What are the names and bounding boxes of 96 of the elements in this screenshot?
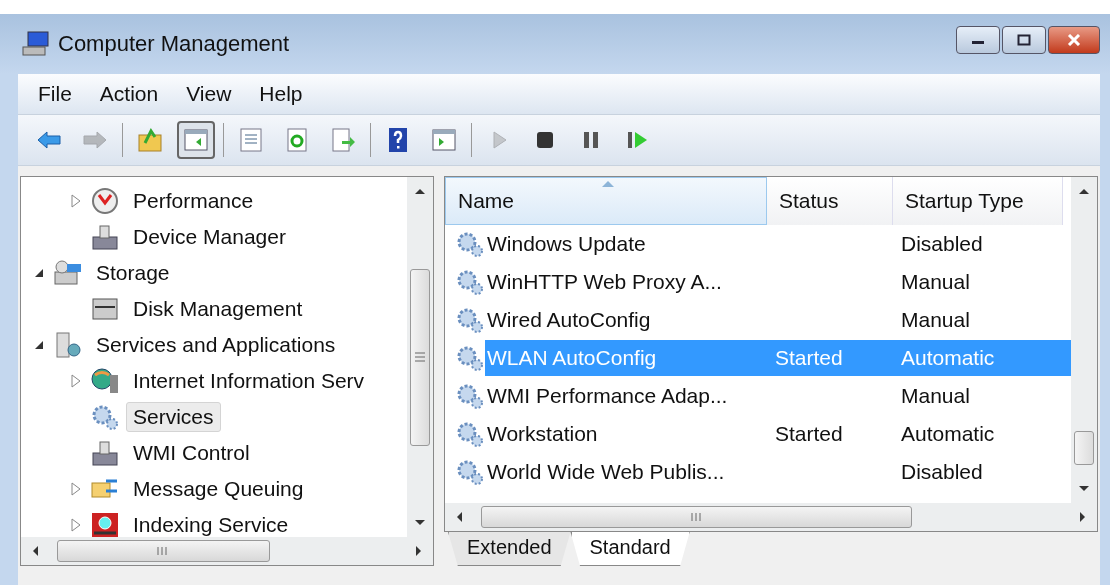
collapsed-icon[interactable] (70, 374, 82, 388)
vertical-scrollbar[interactable] (1071, 177, 1097, 503)
scroll-right-icon[interactable] (415, 545, 423, 557)
tree-item[interactable]: Performance (126, 186, 261, 216)
scroll-thumb[interactable] (481, 506, 913, 528)
gauge-icon (90, 187, 120, 215)
computer-icon (22, 31, 50, 57)
tree-item[interactable]: Storage (89, 258, 177, 288)
horizontal-scrollbar[interactable] (445, 503, 1097, 531)
grip-icon (414, 352, 426, 362)
close-icon (1067, 34, 1081, 46)
startup-type: Automatic (901, 422, 996, 446)
menu-item[interactable]: File (28, 80, 82, 108)
startup-type: Manual (901, 308, 971, 332)
startup-type: Automatic (901, 346, 996, 370)
collapsed-icon[interactable] (70, 482, 82, 496)
column-header[interactable]: Name (445, 177, 767, 225)
tree-item[interactable]: Message Queuing (126, 474, 311, 504)
minimize-button[interactable] (956, 26, 1000, 54)
startup-type: Manual (901, 384, 971, 408)
magnifier-board-icon (90, 511, 120, 537)
scroll-thumb[interactable] (57, 540, 270, 562)
gears-icon (455, 420, 485, 448)
gears-icon (90, 403, 120, 431)
expanded-icon[interactable] (33, 267, 45, 279)
menu-item[interactable]: Help (249, 80, 313, 108)
device-icon (90, 439, 120, 467)
scroll-up-icon[interactable] (1078, 187, 1090, 195)
service-name: WMI Performance Adap... (486, 384, 729, 408)
service-row[interactable]: WMI Performance Adap... Manual (485, 378, 1071, 414)
scroll-up-icon[interactable] (414, 187, 426, 195)
tree-item[interactable]: Device Manager (126, 222, 293, 252)
globe-server-icon (90, 367, 120, 395)
scroll-down-icon[interactable] (1078, 485, 1090, 493)
grip-icon (157, 546, 170, 556)
gears-icon (455, 306, 485, 334)
service-name: World Wide Web Publis... (486, 460, 726, 484)
grip-icon (690, 512, 703, 522)
sort-ascending-icon (601, 180, 615, 188)
folder-icon (137, 127, 163, 153)
gears-icon (455, 230, 485, 258)
action-pane-icon (431, 127, 457, 153)
toolbar-button[interactable] (177, 121, 215, 159)
collapsed-icon[interactable] (70, 518, 82, 532)
export-icon (330, 127, 356, 153)
column-header[interactable]: Startup Type (893, 177, 1063, 225)
collapsed-icon[interactable] (70, 194, 82, 208)
horizontal-scrollbar[interactable] (21, 537, 433, 565)
expanded-icon[interactable] (33, 339, 45, 351)
window-title: Computer Management (58, 31, 290, 57)
service-name: WLAN AutoConfig (486, 346, 658, 370)
startup-type: Disabled (901, 232, 984, 256)
tree-item[interactable]: WMI Control (126, 438, 257, 468)
startup-type: Manual (901, 270, 971, 294)
scroll-left-icon[interactable] (31, 545, 39, 557)
service-name: WinHTTP Web Proxy A... (486, 270, 723, 294)
tree-item[interactable]: Indexing Service (126, 510, 296, 537)
scroll-thumb[interactable] (1074, 431, 1094, 465)
service-name: Windows Update (486, 232, 647, 256)
menu-item[interactable]: View (176, 80, 242, 108)
refresh-icon (284, 127, 310, 153)
scroll-left-icon[interactable] (455, 511, 463, 523)
pane-icon (183, 127, 209, 153)
maximize-icon (1017, 34, 1031, 46)
scroll-thumb[interactable] (410, 268, 430, 446)
service-name: Wired AutoConfig (486, 308, 652, 332)
tree-item[interactable]: Services and Applications (89, 330, 343, 360)
service-status: Started (775, 422, 843, 445)
service-row[interactable]: World Wide Web Publis... Disabled (485, 454, 1071, 490)
service-status: Started (775, 346, 843, 369)
close-button[interactable] (1048, 26, 1100, 54)
storage-icon (53, 259, 83, 287)
properties-icon (238, 127, 264, 153)
tree-item[interactable]: Disk Management (126, 294, 310, 324)
service-name: Workstation (486, 422, 599, 446)
menu-item[interactable]: Action (89, 80, 169, 108)
gears-icon (455, 382, 485, 410)
tree-item[interactable]: Internet Information Serv (126, 366, 372, 396)
column-header[interactable]: Status (767, 177, 893, 225)
device-icon (90, 223, 120, 251)
scroll-down-icon[interactable] (414, 519, 426, 527)
vertical-scrollbar[interactable] (407, 177, 433, 537)
service-row[interactable]: Wired AutoConfig Manual (485, 302, 1071, 338)
server-gear-icon (53, 331, 83, 359)
tree-item[interactable]: Services (126, 402, 221, 432)
service-row[interactable]: WinHTTP Web Proxy A... Manual (485, 264, 1071, 300)
gears-icon (455, 268, 485, 296)
gears-icon (455, 344, 485, 372)
service-row[interactable]: Workstation Started Automatic (485, 416, 1071, 452)
view-tab[interactable]: Standard (570, 532, 690, 566)
view-tab[interactable]: Extended (448, 532, 571, 566)
scroll-right-icon[interactable] (1079, 511, 1087, 523)
maximize-button[interactable] (1002, 26, 1046, 54)
startup-type: Disabled (901, 460, 984, 484)
gears-icon (455, 458, 485, 486)
service-row[interactable]: Windows Update Disabled (485, 226, 1071, 262)
